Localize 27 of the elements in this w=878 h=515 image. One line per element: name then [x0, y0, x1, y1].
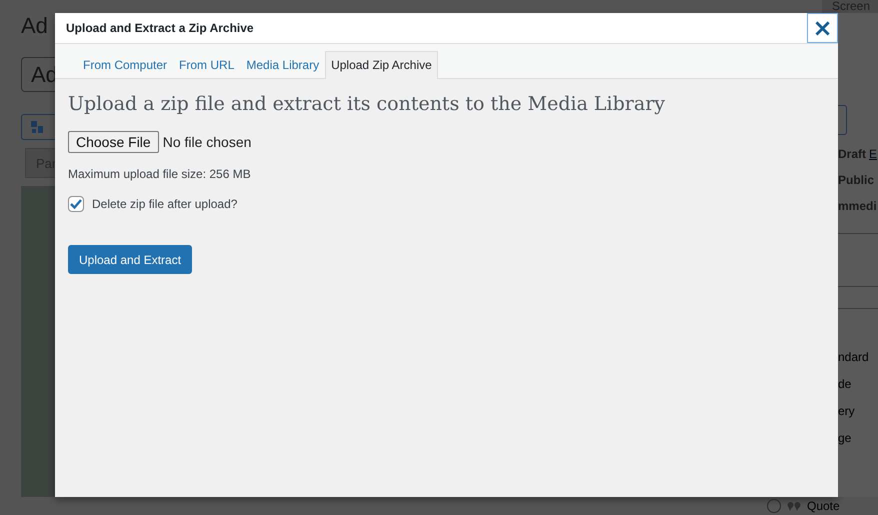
- max-size-note: Maximum upload file size: 256 MB: [68, 167, 251, 181]
- checkbox[interactable]: [68, 196, 84, 212]
- format-option[interactable]: ge: [838, 430, 869, 446]
- page-heading: Ad: [21, 13, 48, 39]
- checkbox-label: Delete zip file after upload?: [92, 197, 238, 211]
- modal-tab[interactable]: From URL: [173, 51, 240, 79]
- radio-button[interactable]: [767, 499, 781, 513]
- publish-value: mmedi: [838, 199, 877, 213]
- visibility-value: Public: [838, 173, 874, 187]
- choose-file-button[interactable]: Choose File: [68, 131, 159, 153]
- modal-tab[interactable]: Media Library: [240, 51, 326, 79]
- format-option[interactable]: Quote: [807, 498, 840, 514]
- close-button[interactable]: ×: [807, 13, 838, 43]
- format-option[interactable]: de: [838, 376, 869, 392]
- edit-link[interactable]: E: [869, 147, 878, 161]
- modal-title: Upload and Extract a Zip Archive: [65, 21, 254, 35]
- status-value: Draft: [838, 147, 866, 161]
- quote-icon: [787, 501, 801, 511]
- format-option[interactable]: ndard: [838, 349, 869, 365]
- file-status: No file chosen: [162, 134, 252, 150]
- modal-tab[interactable]: From Computer: [77, 51, 174, 79]
- blocks-icon: [30, 120, 44, 134]
- upload-heading: Upload a zip file and extract its contents to the Media Library: [68, 93, 666, 115]
- format-option[interactable]: ery: [838, 403, 869, 419]
- upload-extract-button[interactable]: Upload and Extract: [68, 245, 192, 274]
- sidebar-button[interactable]: [838, 105, 847, 135]
- modal-tab[interactable]: Upload Zip Archive: [325, 51, 438, 79]
